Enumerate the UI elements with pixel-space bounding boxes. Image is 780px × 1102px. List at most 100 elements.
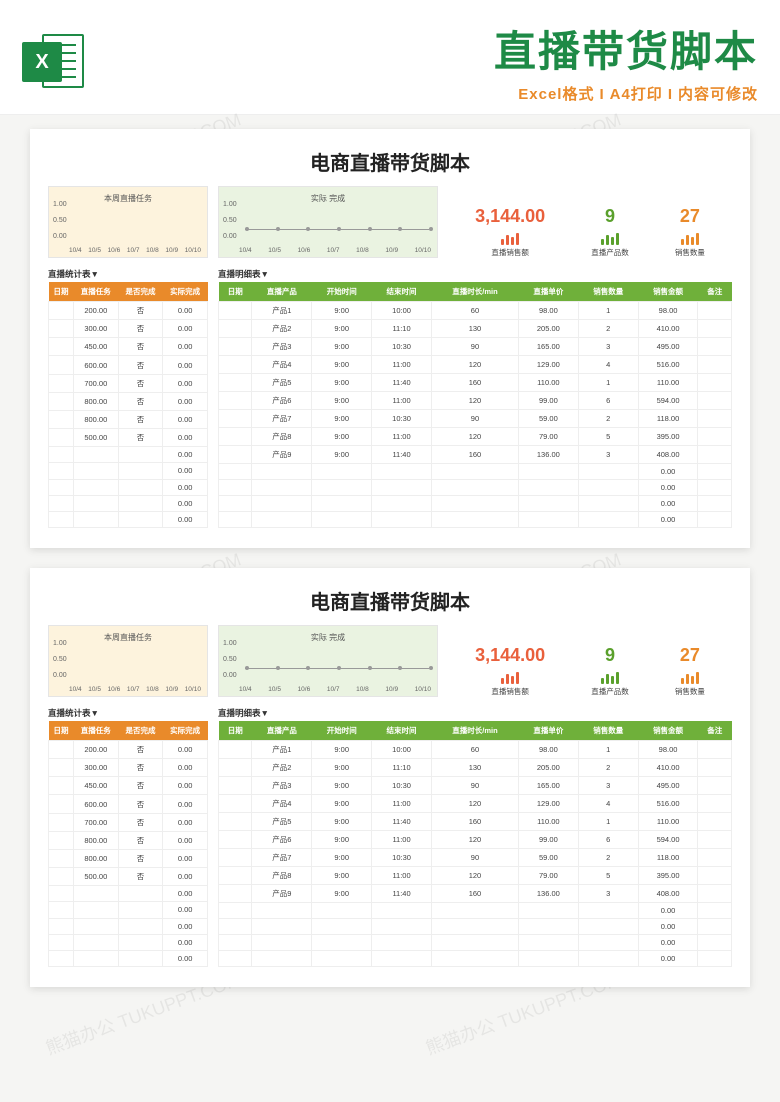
table-row: 产品49:0011:00120129.004516.00 bbox=[219, 356, 732, 374]
table-row: 0.00 bbox=[219, 464, 732, 480]
table-row: 产品39:0010:3090165.003495.00 bbox=[219, 338, 732, 356]
main-title: 直播带货脚本 bbox=[494, 18, 758, 79]
table-row: 300.00否0.00 bbox=[49, 320, 208, 338]
table-row: 0.00 bbox=[219, 919, 732, 935]
table-row: 200.00否0.00 bbox=[49, 741, 208, 759]
table-header: 备注 bbox=[698, 282, 732, 302]
excel-icon: X bbox=[22, 30, 84, 92]
table-row: 产品29:0011:10130205.002410.00 bbox=[219, 759, 732, 777]
table-row: 0.00 bbox=[219, 951, 732, 967]
table-row: 700.00否0.00 bbox=[49, 374, 208, 392]
stats-table: 日期直播任务是否完成实际完成200.00否0.00300.00否0.00450.… bbox=[48, 721, 208, 967]
actual-chart: 实际 完成1.000.500.0010/410/510/610/710/810/… bbox=[218, 625, 438, 697]
template-page-2: 电商直播带货脚本本周直播任务1.000.500.0010/410/510/610… bbox=[30, 568, 750, 987]
table-row: 产品99:0011:40160136.003408.00 bbox=[219, 446, 732, 464]
table-header: 直播任务 bbox=[73, 282, 118, 302]
table-row: 产品79:0010:309059.002118.00 bbox=[219, 849, 732, 867]
task-chart: 本周直播任务1.000.500.0010/410/510/610/710/810… bbox=[48, 186, 208, 258]
table-row: 800.00否0.00 bbox=[49, 849, 208, 867]
table-header: 开始时间 bbox=[312, 282, 372, 302]
table-header: 日期 bbox=[219, 282, 252, 302]
table-row: 300.00否0.00 bbox=[49, 759, 208, 777]
table-row: 500.00否0.00 bbox=[49, 429, 208, 447]
table-row: 0.00 bbox=[49, 463, 208, 479]
table-row: 600.00否0.00 bbox=[49, 356, 208, 374]
table-header: 实际完成 bbox=[163, 721, 208, 741]
table-row: 0.00 bbox=[49, 902, 208, 918]
bar-chart-icon bbox=[500, 231, 520, 245]
table-header: 销售数量 bbox=[578, 721, 638, 741]
bar-chart-icon bbox=[600, 670, 620, 684]
table-header: 直播单价 bbox=[518, 721, 578, 741]
table-header: 直播单价 bbox=[518, 282, 578, 302]
bar-chart-icon bbox=[680, 231, 700, 245]
table-row: 产品59:0011:40160110.001110.00 bbox=[219, 813, 732, 831]
table-header: 日期 bbox=[49, 721, 74, 741]
table-row: 产品69:0011:0012099.006594.00 bbox=[219, 831, 732, 849]
table-row: 产品49:0011:00120129.004516.00 bbox=[219, 795, 732, 813]
table-row: 0.00 bbox=[219, 496, 732, 512]
table-header: 直播时长/min bbox=[431, 282, 518, 302]
template-page-1: 电商直播带货脚本本周直播任务1.000.500.0010/410/510/610… bbox=[30, 129, 750, 548]
table-row: 800.00否0.00 bbox=[49, 392, 208, 410]
table-row: 0.00 bbox=[219, 480, 732, 496]
table-row: 产品79:0010:309059.002118.00 bbox=[219, 410, 732, 428]
table-header: 销售数量 bbox=[578, 282, 638, 302]
table-row: 产品99:0011:40160136.003408.00 bbox=[219, 885, 732, 903]
header-bar: X 直播带货脚本 Excel格式IA4打印I内容可修改 bbox=[0, 0, 780, 115]
section-label-left: 直播统计表▼ bbox=[48, 268, 208, 280]
table-row: 500.00否0.00 bbox=[49, 868, 208, 886]
table-row: 0.00 bbox=[49, 495, 208, 511]
table-header: 直播时长/min bbox=[431, 721, 518, 741]
table-row: 800.00否0.00 bbox=[49, 831, 208, 849]
section-label-left: 直播统计表▼ bbox=[48, 707, 208, 719]
table-row: 产品89:0011:0012079.005395.00 bbox=[219, 867, 732, 885]
stat-card: 3,144.00直播销售额 bbox=[475, 645, 545, 697]
table-header: 开始时间 bbox=[312, 721, 372, 741]
bar-chart-icon bbox=[680, 670, 700, 684]
table-row: 产品69:0011:0012099.006594.00 bbox=[219, 392, 732, 410]
table-row: 700.00否0.00 bbox=[49, 813, 208, 831]
actual-chart: 实际 完成1.000.500.0010/410/510/610/710/810/… bbox=[218, 186, 438, 258]
stat-card: 9直播产品数 bbox=[591, 206, 629, 258]
table-row: 0.00 bbox=[219, 512, 732, 528]
stats-table: 日期直播任务是否完成实际完成200.00否0.00300.00否0.00450.… bbox=[48, 282, 208, 528]
table-header: 直播产品 bbox=[252, 721, 312, 741]
table-header: 结束时间 bbox=[372, 282, 432, 302]
stat-card: 3,144.00直播销售额 bbox=[475, 206, 545, 258]
table-header: 直播产品 bbox=[252, 282, 312, 302]
table-header: 结束时间 bbox=[372, 721, 432, 741]
table-header: 备注 bbox=[698, 721, 732, 741]
pages-container: 电商直播带货脚本本周直播任务1.000.500.0010/410/510/610… bbox=[0, 115, 780, 1001]
stat-card: 9直播产品数 bbox=[591, 645, 629, 697]
table-header: 销售金额 bbox=[638, 721, 698, 741]
table-row: 产品89:0011:0012079.005395.00 bbox=[219, 428, 732, 446]
table-row: 450.00否0.00 bbox=[49, 338, 208, 356]
table-row: 0.00 bbox=[219, 935, 732, 951]
table-row: 产品19:0010:006098.00198.00 bbox=[219, 302, 732, 320]
table-row: 0.00 bbox=[49, 886, 208, 902]
table-row: 200.00否0.00 bbox=[49, 302, 208, 320]
table-row: 产品39:0010:3090165.003495.00 bbox=[219, 777, 732, 795]
stat-card: 27销售数量 bbox=[675, 206, 705, 258]
table-row: 产品59:0011:40160110.001110.00 bbox=[219, 374, 732, 392]
subtitle: Excel格式IA4打印I内容可修改 bbox=[518, 83, 758, 104]
stat-card: 27销售数量 bbox=[675, 645, 705, 697]
section-label-right: 直播明细表▼ bbox=[218, 707, 732, 719]
table-row: 产品29:0011:10130205.002410.00 bbox=[219, 320, 732, 338]
table-row: 0.00 bbox=[219, 903, 732, 919]
table-row: 0.00 bbox=[49, 918, 208, 934]
detail-table: 日期直播产品开始时间结束时间直播时长/min直播单价销售数量销售金额备注产品19… bbox=[218, 721, 732, 967]
page-title: 电商直播带货脚本 bbox=[48, 586, 732, 615]
table-header: 直播任务 bbox=[73, 721, 118, 741]
stats-panel: 3,144.00直播销售额 9直播产品数 27销售数量 bbox=[448, 625, 732, 697]
task-chart: 本周直播任务1.000.500.0010/410/510/610/710/810… bbox=[48, 625, 208, 697]
table-row: 0.00 bbox=[49, 950, 208, 966]
table-row: 600.00否0.00 bbox=[49, 795, 208, 813]
page-title: 电商直播带货脚本 bbox=[48, 147, 732, 176]
table-row: 产品19:0010:006098.00198.00 bbox=[219, 741, 732, 759]
section-label-right: 直播明细表▼ bbox=[218, 268, 732, 280]
table-row: 0.00 bbox=[49, 447, 208, 463]
table-header: 是否完成 bbox=[118, 282, 163, 302]
table-row: 0.00 bbox=[49, 479, 208, 495]
